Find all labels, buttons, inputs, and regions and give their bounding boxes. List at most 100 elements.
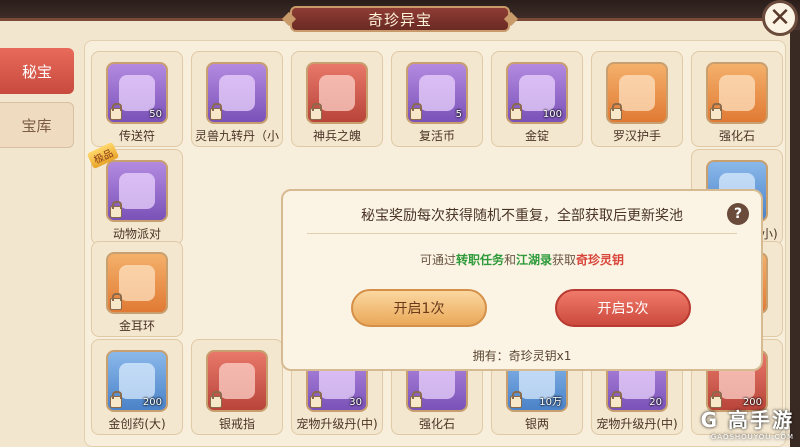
- open-five-button[interactable]: 开启5次: [555, 289, 691, 327]
- item-count: 100: [542, 109, 562, 120]
- key-hint: 可通过转职任务和江湖录获取奇珍灵钥: [283, 251, 761, 268]
- item-icon-frame: 50: [106, 62, 168, 124]
- item-icon-frame: 200: [106, 350, 168, 412]
- reward-dialog: 秘宝奖励每次获得随机不重复，全部获取后更新奖池 ? 可通过转职任务和江湖录获取奇…: [281, 189, 763, 371]
- item-name: 银戒指: [218, 417, 255, 431]
- watermark: G 高手游 GAOSHOUYOU.COM: [701, 404, 794, 441]
- tab-label: 秘宝: [21, 62, 52, 81]
- item-count: 10万: [539, 397, 562, 408]
- item-icon-frame: [206, 350, 268, 412]
- reward-item[interactable]: 100 金锭: [491, 51, 583, 147]
- hint-text: 获取: [552, 253, 577, 267]
- item-count: 20: [649, 397, 662, 408]
- reward-item[interactable]: 极品 动物派对: [86, 141, 183, 245]
- lock-icon: [710, 103, 722, 120]
- item-name: 银两: [524, 417, 549, 431]
- item-name: 金锭: [524, 129, 549, 143]
- item-name: 神兵之魄: [312, 129, 361, 143]
- reward-grid: 50传送符灵兽九转丹（小神兵之魄5复活币100金锭罗汉护手强化石极品动物派对30…: [84, 40, 786, 447]
- reward-item[interactable]: 200 金创药(大): [91, 339, 183, 435]
- enhance-stone-icon: [719, 75, 755, 111]
- window-title-text: 奇珍异宝: [367, 10, 432, 29]
- lock-icon: [510, 391, 522, 408]
- lock-icon: [410, 391, 422, 408]
- item-name: 传送符: [118, 129, 155, 143]
- hint-book-link[interactable]: 江湖录: [516, 253, 552, 267]
- hint-task-link[interactable]: 转职任务: [456, 253, 504, 267]
- item-name: 宠物升级丹(中): [596, 417, 678, 431]
- reward-item[interactable]: 神兵之魄: [291, 51, 383, 147]
- lock-icon: [210, 103, 222, 120]
- close-button[interactable]: ✕: [762, 0, 798, 36]
- gauntlet-icon: [619, 75, 655, 111]
- lock-icon: [510, 103, 522, 120]
- item-name: 强化石: [418, 417, 455, 431]
- close-x-icon: ✕: [769, 3, 791, 33]
- tab-baoku[interactable]: 宝库: [0, 102, 74, 148]
- crystal-icon: [319, 75, 355, 111]
- item-count: 200: [142, 397, 162, 408]
- help-button[interactable]: ?: [727, 203, 749, 225]
- owned-keys: 拥有：奇珍灵钥x1: [472, 349, 572, 363]
- item-icon-frame: [606, 62, 668, 124]
- item-name: 金创药(大): [108, 417, 166, 431]
- hint-text: 可通过: [419, 253, 456, 267]
- gold-ingot-icon: [519, 75, 555, 111]
- costume-icon: [119, 173, 155, 209]
- hint-text: 和: [503, 253, 516, 267]
- lock-icon: [110, 293, 122, 310]
- item-name: 灵兽九转丹（小: [194, 129, 279, 143]
- dialog-title: 秘宝奖励每次获得随机不重复，全部获取后更新奖池: [361, 208, 683, 224]
- watermark-url: GAOSHOUYOU.COM: [710, 433, 794, 441]
- reward-item[interactable]: 50 传送符: [91, 51, 183, 147]
- earring-icon: [119, 265, 155, 301]
- reward-item[interactable]: 罗汉护手: [591, 51, 683, 147]
- side-tabs: 秘宝 宝库: [0, 48, 74, 156]
- potion-icon: [119, 363, 155, 399]
- lock-icon: [110, 103, 122, 120]
- item-icon-frame: [306, 62, 368, 124]
- item-icon-frame: 100: [506, 62, 568, 124]
- lock-icon: [310, 391, 322, 408]
- open-five-label: 开启5次: [597, 301, 649, 317]
- item-icon-frame: [206, 62, 268, 124]
- item-name: 动物派对: [112, 227, 161, 241]
- item-name: 宠物升级丹(中): [296, 417, 378, 431]
- pill-bottle-icon: [219, 75, 255, 111]
- tab-mibao[interactable]: 秘宝: [0, 48, 74, 94]
- item-icon-frame: [106, 252, 168, 314]
- reward-item[interactable]: 金耳环: [91, 241, 183, 337]
- ring-icon: [219, 363, 255, 399]
- lock-icon: [610, 391, 622, 408]
- question-icon: ?: [733, 206, 743, 222]
- item-name: 强化石: [718, 129, 755, 143]
- item-name: 金耳环: [118, 319, 155, 333]
- lock-icon: [110, 391, 122, 408]
- lock-icon: [110, 201, 122, 218]
- revive-coin-icon: [419, 75, 455, 111]
- item-count: 5: [455, 109, 462, 120]
- item-icon-frame: [706, 62, 768, 124]
- lock-icon: [210, 391, 222, 408]
- item-count: 30: [349, 397, 362, 408]
- hint-key-name: 奇珍灵钥: [576, 253, 625, 267]
- item-icon-frame: 5: [406, 62, 468, 124]
- open-once-label: 开启1次: [393, 301, 445, 317]
- talisman-icon: [119, 75, 155, 111]
- reward-item[interactable]: 5 复活币: [391, 51, 483, 147]
- lock-icon: [310, 103, 322, 120]
- lock-icon: [610, 103, 622, 120]
- dialog-divider: [307, 233, 737, 234]
- reward-item[interactable]: 灵兽九转丹（小: [191, 51, 283, 147]
- tab-label: 宝库: [21, 116, 52, 135]
- lock-icon: [410, 103, 422, 120]
- reward-item[interactable]: 强化石: [691, 51, 783, 147]
- watermark-logo: G 高手游: [700, 408, 794, 432]
- window-title: 奇珍异宝: [290, 6, 510, 32]
- reward-item[interactable]: 银戒指: [191, 339, 283, 435]
- item-name: 罗汉护手: [612, 129, 661, 143]
- item-icon-frame: [106, 160, 168, 222]
- item-name: 复活币: [418, 129, 455, 143]
- open-once-button[interactable]: 开启1次: [351, 289, 487, 327]
- item-count: 50: [149, 109, 162, 120]
